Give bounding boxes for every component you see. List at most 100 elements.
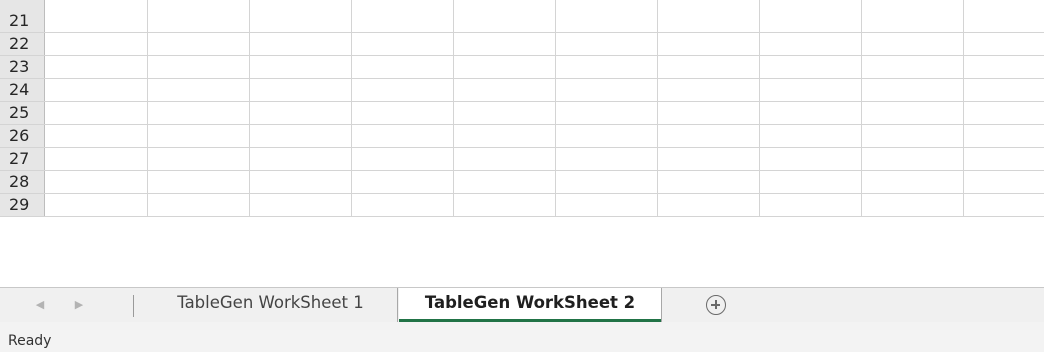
grid-cell[interactable] [45,56,148,78]
plus-circle-icon[interactable] [706,295,726,315]
grid-cell[interactable] [454,148,556,170]
grid-cell[interactable] [250,10,352,32]
grid-cell[interactable] [862,102,964,124]
row-header[interactable]: 24 [0,79,45,101]
grid-cell[interactable] [556,125,658,147]
grid-cell[interactable] [352,194,454,216]
grid-cell[interactable] [454,33,556,55]
grid-cell[interactable] [658,194,760,216]
grid-cell[interactable] [352,33,454,55]
grid-cell[interactable] [760,79,862,101]
grid-cell[interactable] [45,171,148,193]
grid-cell[interactable] [250,148,352,170]
grid-cell[interactable] [760,33,862,55]
grid-cell[interactable] [556,10,658,32]
grid-cell[interactable] [454,56,556,78]
grid-cell[interactable] [250,33,352,55]
grid-cell[interactable] [964,10,1044,32]
grid-cell[interactable] [658,125,760,147]
grid-cell[interactable] [964,33,1044,55]
grid-cell[interactable] [658,33,760,55]
grid-cell[interactable] [658,102,760,124]
grid-cell[interactable] [760,194,862,216]
grid-cell[interactable] [556,148,658,170]
grid-cell[interactable] [45,102,148,124]
grid-cell[interactable] [760,171,862,193]
grid-cell[interactable] [45,10,148,32]
grid-cell[interactable] [760,102,862,124]
grid-cell[interactable] [148,33,250,55]
grid-cell[interactable] [250,56,352,78]
grid-cell[interactable] [148,148,250,170]
grid-cell[interactable] [45,148,148,170]
row-header[interactable]: 26 [0,125,45,147]
grid-cell[interactable] [862,125,964,147]
grid-cell[interactable] [862,194,964,216]
grid-cell[interactable] [556,33,658,55]
grid-cell[interactable] [250,125,352,147]
grid-cell[interactable] [454,79,556,101]
tab-worksheet-2[interactable]: TableGen WorkSheet 2 [399,288,662,322]
grid-cell[interactable] [964,194,1044,216]
grid-cell[interactable] [148,56,250,78]
grid-cell[interactable] [658,171,760,193]
grid-cell[interactable] [862,148,964,170]
row-header[interactable]: 29 [0,194,45,216]
grid-cell[interactable] [352,56,454,78]
grid-cell[interactable] [964,79,1044,101]
grid-cell[interactable] [250,102,352,124]
grid-cell[interactable] [862,33,964,55]
tab-worksheet-1[interactable]: TableGen WorkSheet 1 [144,288,398,322]
grid-cell[interactable] [352,10,454,32]
grid-cell[interactable] [454,125,556,147]
grid-cell[interactable] [454,102,556,124]
grid-cell[interactable] [556,79,658,101]
grid-cell[interactable] [250,194,352,216]
grid-cell[interactable] [45,79,148,101]
grid-cell[interactable] [658,56,760,78]
row-header[interactable]: 25 [0,102,45,124]
chevron-left-icon[interactable]: ◀ [33,297,47,313]
grid-cell[interactable] [556,102,658,124]
grid-cell[interactable] [148,194,250,216]
grid-cell[interactable] [454,171,556,193]
grid-cell[interactable] [964,102,1044,124]
grid-cell[interactable] [658,148,760,170]
grid-cell[interactable] [862,79,964,101]
grid-cell[interactable] [454,10,556,32]
grid-cell[interactable] [352,171,454,193]
grid-cell[interactable] [760,56,862,78]
grid-cell[interactable] [556,194,658,216]
chevron-right-icon[interactable]: ▶ [72,297,86,313]
grid-cell[interactable] [658,79,760,101]
grid-cell[interactable] [45,125,148,147]
grid-cell[interactable] [862,171,964,193]
grid-cell[interactable] [352,102,454,124]
grid-cell[interactable] [148,79,250,101]
grid-cell[interactable] [964,56,1044,78]
grid-cell[interactable] [352,148,454,170]
grid-cell[interactable] [964,171,1044,193]
row-header[interactable]: 22 [0,33,45,55]
grid-cell[interactable] [862,10,964,32]
grid-cell[interactable] [964,125,1044,147]
grid-cell[interactable] [454,194,556,216]
grid-cell[interactable] [148,125,250,147]
grid-cell[interactable] [760,125,862,147]
grid-cell[interactable] [556,171,658,193]
grid-cell[interactable] [148,10,250,32]
row-header[interactable]: 23 [0,56,45,78]
row-header[interactable]: 21 [0,10,45,32]
row-header[interactable]: 27 [0,148,45,170]
grid-cell[interactable] [148,171,250,193]
grid-cell[interactable] [658,10,760,32]
grid-cell[interactable] [250,171,352,193]
grid-cell[interactable] [45,194,148,216]
grid-cell[interactable] [148,102,250,124]
grid-cell[interactable] [964,148,1044,170]
grid-cell[interactable] [862,56,964,78]
row-header[interactable]: 28 [0,171,45,193]
grid-cell[interactable] [352,79,454,101]
grid-cell[interactable] [45,33,148,55]
grid-cell[interactable] [760,148,862,170]
